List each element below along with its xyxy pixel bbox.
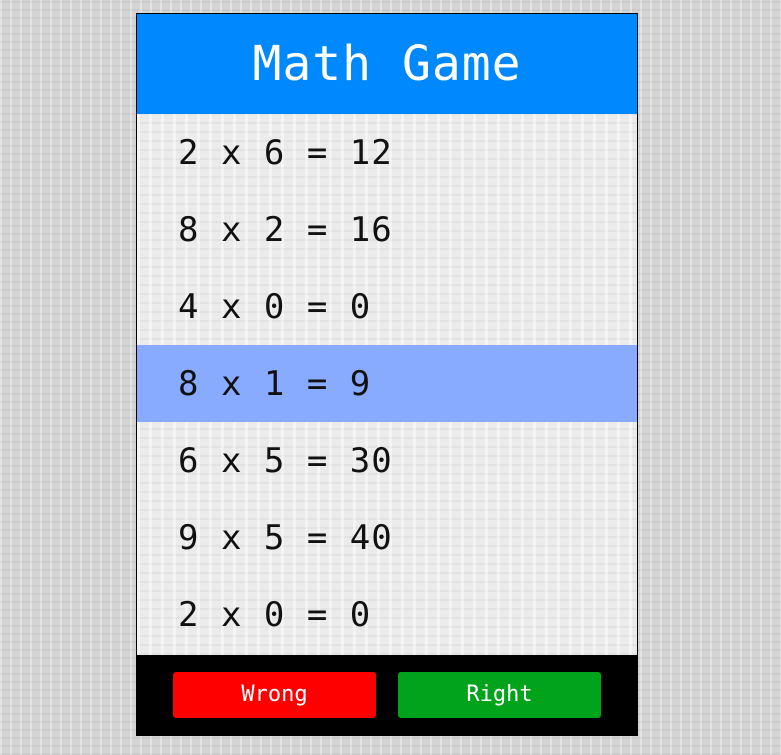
problem-text: 2 x 6 = 12 <box>178 132 393 173</box>
problem-text: 4 x 0 = 0 <box>178 286 372 327</box>
problem-row[interactable]: 4 x 0 = 0 <box>137 268 637 345</box>
problem-row[interactable]: 6 x 5 = 30 <box>137 422 637 499</box>
problem-text: 2 x 0 = 0 <box>178 594 372 635</box>
problem-text: 6 x 5 = 30 <box>178 440 393 481</box>
problem-row[interactable]: 8 x 2 = 16 <box>137 191 637 268</box>
answer-bar: Wrong Right <box>137 655 637 736</box>
wrong-button[interactable]: Wrong <box>173 671 376 718</box>
problem-text: 8 x 2 = 16 <box>178 209 393 250</box>
problem-row[interactable]: 2 x 0 = 0 <box>137 576 637 653</box>
game-title: Math Game <box>137 14 637 114</box>
problem-text: 8 x 1 = 9 <box>178 363 372 404</box>
problem-row[interactable]: 2 x 6 = 12 <box>137 114 637 191</box>
problem-text: 9 x 5 = 40 <box>178 517 393 558</box>
right-button[interactable]: Right <box>398 671 601 718</box>
game-panel: Math Game 2 x 6 = 12 8 x 2 = 16 4 x 0 = … <box>136 13 638 736</box>
problem-list: 2 x 6 = 12 8 x 2 = 16 4 x 0 = 0 8 x 1 = … <box>137 114 637 654</box>
problem-row[interactable]: 9 x 5 = 40 <box>137 499 637 576</box>
problem-row[interactable]: 8 x 1 = 9 <box>137 345 637 422</box>
